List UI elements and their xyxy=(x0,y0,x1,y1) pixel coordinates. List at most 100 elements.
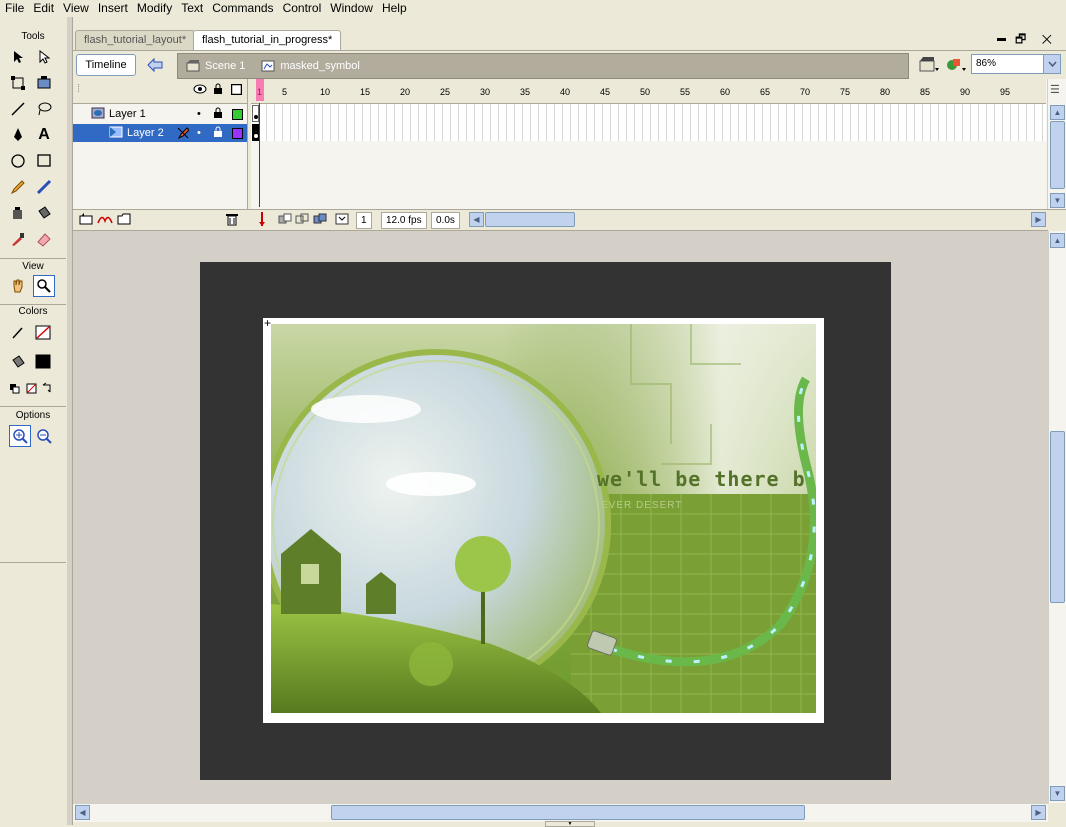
layer-color-swatch[interactable] xyxy=(232,109,243,120)
playhead[interactable] xyxy=(256,79,264,101)
edit-bar: Timeline Scene 1 masked_symbol 86% xyxy=(73,50,1066,80)
color-swap-icons[interactable] xyxy=(7,378,59,400)
timeline-vscroll[interactable]: ☰ ▲ ▼ xyxy=(1047,79,1066,209)
free-transform-tool-icon[interactable] xyxy=(7,72,29,94)
tab-flash-tutorial-layout[interactable]: flash_tutorial_layout* xyxy=(75,30,196,50)
fill-transform-tool-icon[interactable] xyxy=(33,72,55,94)
masked-artwork[interactable]: we'll be there b EVER DESERT xyxy=(271,324,816,713)
brush-tool-icon[interactable] xyxy=(33,176,55,198)
lock-icon[interactable] xyxy=(213,83,223,98)
frame-grid[interactable] xyxy=(251,104,1046,141)
eraser-tool-icon[interactable] xyxy=(33,228,55,250)
stage-hscroll[interactable]: ◀ ▶ xyxy=(73,803,1048,822)
oval-tool-icon[interactable] xyxy=(7,150,29,172)
back-arrow-icon[interactable] xyxy=(145,56,165,74)
visible-dot: • xyxy=(197,108,201,120)
stroke-color-swatch[interactable] xyxy=(33,322,55,344)
scroll-thumb[interactable] xyxy=(331,805,805,820)
scroll-thumb[interactable] xyxy=(1050,121,1065,189)
zoom-value: 86% xyxy=(976,58,997,69)
pencil-tool-icon[interactable] xyxy=(7,176,29,198)
scroll-left-icon[interactable]: ◀ xyxy=(75,805,90,820)
lock-icon[interactable] xyxy=(213,107,223,125)
add-motion-guide-icon[interactable] xyxy=(97,213,113,229)
frame-rate-field[interactable]: 12.0 fps xyxy=(381,212,427,229)
lasso-tool-icon[interactable] xyxy=(33,98,55,120)
timeline-button[interactable]: Timeline xyxy=(76,54,136,76)
frame-number: 45 xyxy=(600,87,611,97)
menu-edit[interactable]: Edit xyxy=(28,0,58,17)
menu-insert[interactable]: Insert xyxy=(93,0,132,17)
close-icon[interactable]: ✕ xyxy=(1042,32,1058,46)
subselect-tool-icon[interactable] xyxy=(33,46,55,68)
scroll-right-icon[interactable]: ▶ xyxy=(1031,212,1046,227)
center-frame-icon[interactable] xyxy=(258,212,266,229)
zoom-select[interactable]: 86% xyxy=(971,54,1061,74)
scroll-up-icon[interactable]: ▲ xyxy=(1050,105,1065,120)
frame-number: 5 xyxy=(282,87,288,97)
menu-control[interactable]: Control xyxy=(278,0,326,17)
arrow-tool-icon[interactable] xyxy=(7,46,29,68)
scroll-right-icon[interactable]: ▶ xyxy=(1031,805,1046,820)
onion-skin-icon[interactable] xyxy=(278,213,294,228)
scroll-thumb[interactable] xyxy=(1050,431,1065,603)
edit-scene-icon[interactable] xyxy=(918,56,940,77)
paint-bucket-tool-icon[interactable] xyxy=(33,202,55,224)
zoom-in-icon[interactable] xyxy=(9,425,31,447)
insert-layer-icon[interactable] xyxy=(79,213,93,229)
text-tool-icon[interactable]: A xyxy=(33,124,55,146)
pen-tool-icon[interactable] xyxy=(7,124,29,146)
scroll-up-icon[interactable]: ▲ xyxy=(1050,233,1065,248)
tab-flash-tutorial-in-progress[interactable]: flash_tutorial_in_progress* xyxy=(193,30,342,50)
rectangle-tool-icon[interactable] xyxy=(33,150,55,172)
stroke-color-icon[interactable] xyxy=(7,322,29,344)
layer-color-swatch[interactable] xyxy=(232,128,243,139)
panel-collapse-handle[interactable]: ▼ xyxy=(545,821,595,827)
hand-tool-icon[interactable] xyxy=(7,275,29,297)
zoom-tool-icon[interactable] xyxy=(33,275,55,297)
insert-layer-folder-icon[interactable] xyxy=(117,213,131,229)
layer-row-2[interactable]: Layer 2 • xyxy=(73,124,247,142)
scroll-down-icon[interactable]: ▼ xyxy=(1050,193,1065,208)
scroll-left-icon[interactable]: ◀ xyxy=(469,212,484,227)
timeline-menu-icon[interactable]: ☰ xyxy=(1050,83,1060,96)
keyframe-layer-2[interactable] xyxy=(252,124,259,141)
menu-commands[interactable]: Commands xyxy=(207,0,277,17)
scroll-down-icon[interactable]: ▼ xyxy=(1050,786,1065,801)
lock-icon[interactable] xyxy=(213,126,223,144)
eye-icon[interactable] xyxy=(193,84,207,97)
grip-icon[interactable]: ⁞ xyxy=(77,83,80,95)
fill-color-swatch[interactable] xyxy=(33,351,55,373)
minimize-icon[interactable] xyxy=(996,38,1006,42)
edit-symbol-icon[interactable] xyxy=(945,56,967,77)
restore-icon[interactable]: 🗗 xyxy=(1015,32,1032,46)
line-tool-icon[interactable] xyxy=(7,98,29,120)
ink-bottle-tool-icon[interactable] xyxy=(7,202,29,224)
menu-window[interactable]: Window xyxy=(325,0,377,17)
menu-help[interactable]: Help xyxy=(377,0,411,17)
menu-view[interactable]: View xyxy=(58,0,93,17)
breadcrumb-scene[interactable]: Scene 1 xyxy=(186,60,245,72)
outline-icon[interactable] xyxy=(230,83,243,98)
menu-text[interactable]: Text xyxy=(176,0,207,17)
stage-vscroll[interactable]: ▲ ▼ xyxy=(1048,231,1066,803)
fill-color-icon[interactable] xyxy=(7,351,29,373)
frame-ruler[interactable]: 1 5 10 15 20 25 30 35 40 45 50 55 60 65 … xyxy=(251,79,1046,104)
menu-modify[interactable]: Modify xyxy=(132,0,176,17)
layer-row-1[interactable]: Layer 1 • xyxy=(73,105,247,123)
trash-icon[interactable] xyxy=(225,212,239,229)
keyframe-layer-1[interactable] xyxy=(252,105,259,122)
stage-pasteboard[interactable]: + we'll be there b EVER DESERT xyxy=(73,230,1048,803)
chevron-down-icon[interactable] xyxy=(1043,55,1060,73)
timeline-hscroll-thumb[interactable] xyxy=(485,212,575,227)
edit-multiple-frames-icon[interactable] xyxy=(313,213,329,228)
frame-number: 85 xyxy=(920,87,931,97)
breadcrumb-symbol[interactable]: masked_symbol xyxy=(261,60,360,72)
menu-file[interactable]: File xyxy=(0,0,28,17)
visible-dot: • xyxy=(197,127,201,139)
eyedropper-tool-icon[interactable] xyxy=(7,228,29,250)
zoom-out-icon[interactable] xyxy=(33,425,55,447)
onion-outline-icon[interactable] xyxy=(295,213,311,228)
stage-canvas[interactable]: + we'll be there b EVER DESERT xyxy=(263,316,824,723)
modify-onion-markers-icon[interactable] xyxy=(335,213,349,228)
